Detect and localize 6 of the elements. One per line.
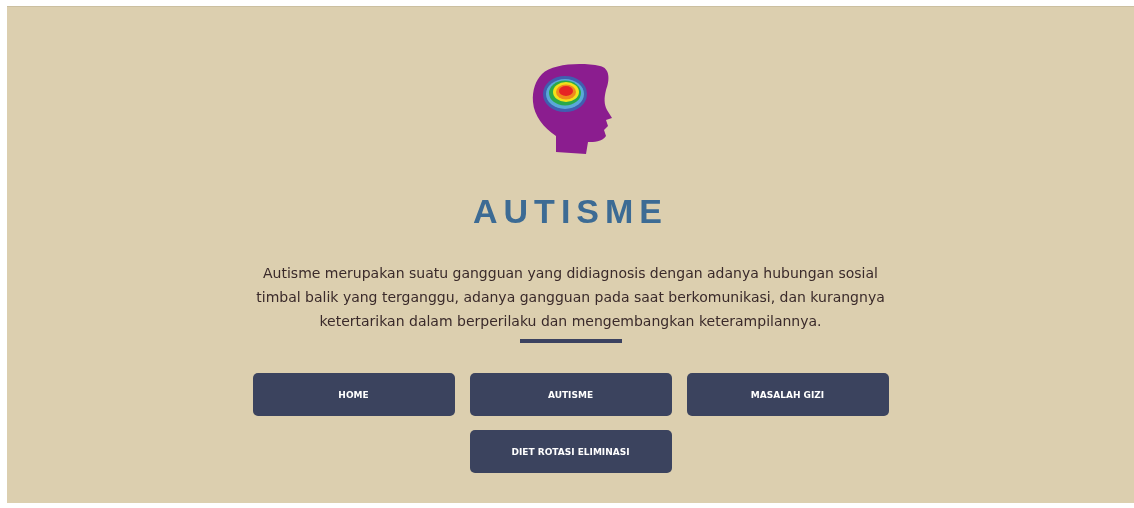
page-title: AUTISME <box>473 192 668 231</box>
description-text: Autisme merupakan suatu gangguan yang didiagnosis dengan adanya hubungan sosial timbal balik yang terganggu, adanya gangguan pada saat berkomunikasi, dan kurangnya ketertarikan dalam berperilaku dan mengembangkan keterampilannya. <box>255 264 886 331</box>
nav-button[interactable]: AUTISME <box>469 373 672 416</box>
nav-button[interactable]: DIET ROTASI ELIMINASI <box>469 430 672 473</box>
nav-button[interactable]: MASALAH GIZI <box>686 373 889 416</box>
nav-button[interactable]: HOME <box>252 373 455 416</box>
